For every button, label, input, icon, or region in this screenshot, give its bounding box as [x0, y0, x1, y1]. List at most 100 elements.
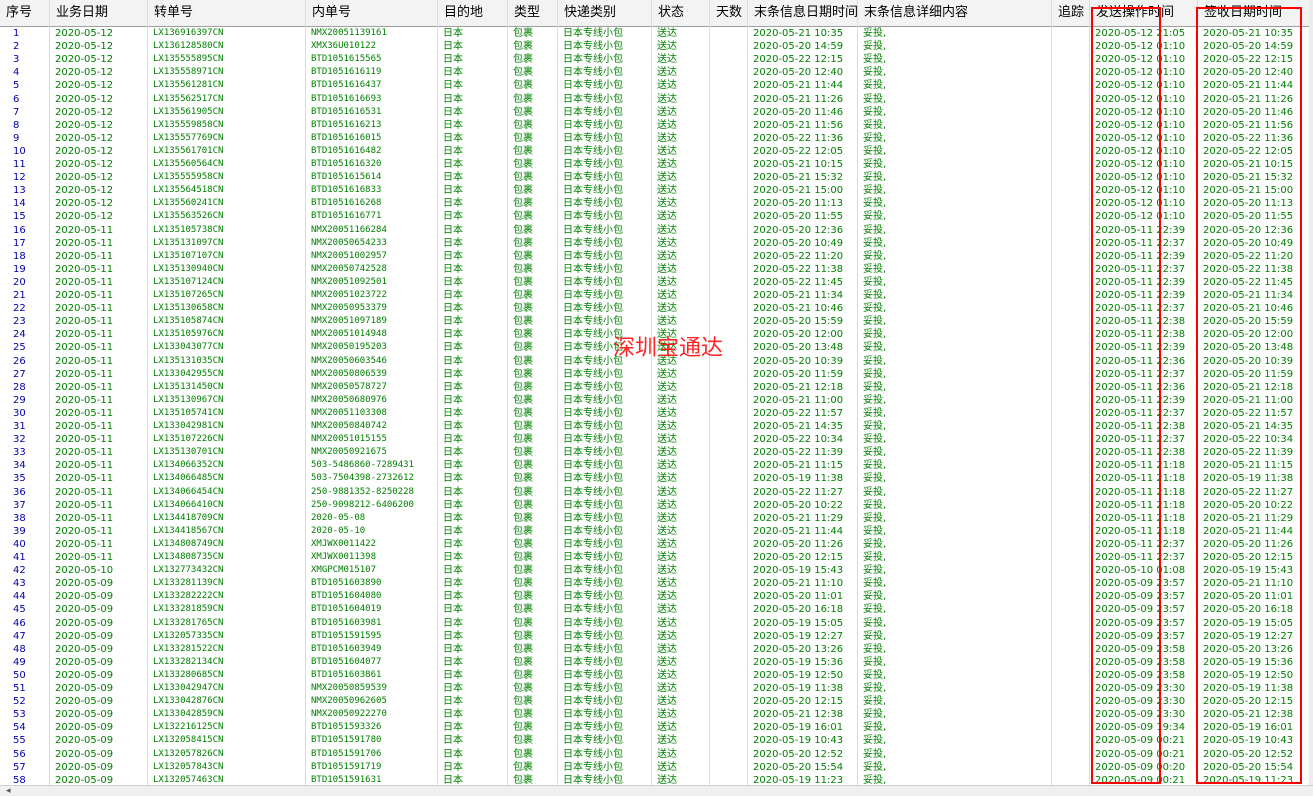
cell-type: 包裹 [513, 381, 533, 393]
cell-lastdate: 2020-05-22 11:36 [753, 132, 844, 144]
cell-trans: LX135555895CN [153, 54, 224, 65]
vertical-scrollbar[interactable] [1309, 0, 1313, 785]
table-row[interactable]: 14 2020-05-12 LX135560241CN BTD1051616268 日本… [0, 197, 1313, 210]
cell-no: 24 [13, 329, 26, 341]
table-row[interactable]: 44 2020-05-09 LX133282222CN BTD1051604080 日本… [0, 590, 1313, 603]
table-row[interactable]: 35 2020-05-11 LX134066485CN 503-7504398-273… [0, 472, 1313, 485]
table-row[interactable]: 17 2020-05-11 LX135131097CN NMX20050654233 日… [0, 237, 1313, 250]
column-header-signtime[interactable]: 签收日期时间 [1198, 0, 1313, 25]
cell-status: 送达 [657, 669, 677, 681]
table-row[interactable]: 21 2020-05-11 LX135107265CN NMX20051023722 日… [0, 289, 1313, 302]
column-divider [857, 0, 858, 785]
table-row[interactable]: 56 2020-05-09 LX132057826CN BTD1051591706 日本… [0, 748, 1313, 761]
cell-dest: 日本 [443, 709, 463, 721]
cell-signtime: 2020-05-21 11:15 [1203, 460, 1294, 472]
table-row[interactable]: 23 2020-05-11 LX135105874CN NMX20051097189 日… [0, 315, 1313, 328]
table-row[interactable]: 52 2020-05-09 LX133042876CN NMX20050962605 日… [0, 695, 1313, 708]
table-row[interactable]: 3 2020-05-12 LX135555895CN BTD1051615565 日本 包… [0, 53, 1313, 66]
column-header-inner[interactable]: 内单号 [306, 0, 438, 25]
column-header-type[interactable]: 类型 [508, 0, 558, 25]
table-row[interactable]: 43 2020-05-09 LX133281139CN BTD1051603890 日本… [0, 577, 1313, 590]
table-row[interactable]: 6 2020-05-12 LX135562517CN BTD1051616693 日本 包… [0, 93, 1313, 106]
column-header-no[interactable]: 序号 [0, 0, 50, 25]
table-row[interactable]: 28 2020-05-11 LX135131450CN NMX20050578727 日… [0, 381, 1313, 394]
column-header-sendtime[interactable]: 发送操作时间 [1090, 0, 1198, 25]
cell-track [1057, 315, 1090, 328]
column-header-trans[interactable]: 转单号 [148, 0, 306, 25]
table-row[interactable]: 5 2020-05-12 LX135561281CN BTD1051616437 日本 包… [0, 79, 1313, 92]
cell-lastinfo: 妥投, [863, 735, 887, 747]
cell-dest: 日本 [443, 303, 463, 315]
column-header-status[interactable]: 状态 [652, 0, 710, 25]
cell-sendtime: 2020-05-09 23:30 [1095, 696, 1186, 708]
table-row[interactable]: 34 2020-05-11 LX134066352CN 503-5486860-728… [0, 459, 1313, 472]
cell-no: 6 [13, 93, 20, 105]
table-row[interactable]: 42 2020-05-10 LX132773432CN XMGPCM015107 日本 包… [0, 564, 1313, 577]
table-row[interactable]: 20 2020-05-11 LX135107124CN NMX20051092501 日… [0, 276, 1313, 289]
table-row[interactable]: 54 2020-05-09 LX132216125CN BTD1051593326 日本… [0, 721, 1313, 734]
table-row[interactable]: 12 2020-05-12 LX135555958CN BTD1051615614 日本… [0, 171, 1313, 184]
table-row[interactable]: 19 2020-05-11 LX135130940CN NMX20050742528 日… [0, 263, 1313, 276]
table-row[interactable]: 18 2020-05-11 LX135107107CN NMX20051002957 日… [0, 250, 1313, 263]
table-row[interactable]: 29 2020-05-11 LX135130967CN NMX20050680976 日… [0, 394, 1313, 407]
table-row[interactable]: 27 2020-05-11 LX133042955CN NMX20050806539 日… [0, 368, 1313, 381]
table-row[interactable]: 2 2020-05-12 LX136128580CN XMX36U010122 日本 包裹… [0, 40, 1313, 53]
cell-dest: 日本 [443, 696, 463, 708]
horizontal-scrollbar[interactable]: ◂ [0, 785, 1313, 796]
table-row[interactable]: 55 2020-05-09 LX132058415CN BTD1051591780 日本… [0, 734, 1313, 747]
column-header-express[interactable]: 快递类别 [558, 0, 652, 25]
cell-express: 日本专线小包 [563, 28, 623, 39]
table-row[interactable]: 45 2020-05-09 LX133281859CN BTD1051604019 日本… [0, 603, 1313, 616]
table-row[interactable]: 51 2020-05-09 LX133042947CN NMX20050859539 日… [0, 682, 1313, 695]
table-row[interactable]: 9 2020-05-12 LX135557769CN BTD1051616015 日本 包… [0, 132, 1313, 145]
cell-trans: LX135555958CN [153, 172, 224, 183]
table-row[interactable]: 39 2020-05-11 LX134418567CN 2020-05-10 日本 包裹 日… [0, 525, 1313, 538]
table-row[interactable]: 32 2020-05-11 LX135107226CN NMX20051015155 日… [0, 433, 1313, 446]
cell-days [715, 472, 748, 485]
cell-dest: 日本 [443, 185, 463, 197]
table-row[interactable]: 33 2020-05-11 LX135130701CN NMX20050921675 日… [0, 446, 1313, 459]
cell-express: 日本专线小包 [563, 473, 623, 485]
cell-date: 2020-05-11 [55, 316, 114, 328]
table-row[interactable]: 13 2020-05-12 LX135564518CN BTD1051616833 日本… [0, 184, 1313, 197]
table-row[interactable]: 30 2020-05-11 LX135105741CN NMX20051103308 日… [0, 407, 1313, 420]
cell-type: 包裹 [513, 565, 533, 577]
table-row[interactable]: 40 2020-05-11 LX134808749CN XMJWX0011422 日本 包… [0, 538, 1313, 551]
column-header-lastinfo[interactable]: 末条信息详细内容 [858, 0, 1052, 25]
cell-type: 包裹 [513, 54, 533, 66]
column-header-days[interactable]: 天数 [710, 0, 748, 25]
table-row[interactable]: 37 2020-05-11 LX134066410CN 250-9098212-640… [0, 499, 1313, 512]
cell-dest: 日本 [443, 93, 463, 105]
table-row[interactable]: 50 2020-05-09 LX133280685CN BTD1051603861 日本… [0, 669, 1313, 682]
table-row[interactable]: 36 2020-05-11 LX134066454CN 250-9881352-825… [0, 486, 1313, 499]
column-header-date[interactable]: 业务日期 [50, 0, 148, 25]
table-row[interactable]: 7 2020-05-12 LX135561905CN BTD1051616531 日本 包… [0, 106, 1313, 119]
table-row[interactable]: 16 2020-05-11 LX135105738CN NMX20051166284 日… [0, 224, 1313, 237]
table-row[interactable]: 22 2020-05-11 LX135130658CN NMX20050953379 日… [0, 302, 1313, 315]
table-row[interactable]: 4 2020-05-12 LX135558971CN BTD1051616119 日本 包… [0, 66, 1313, 79]
table-row[interactable]: 57 2020-05-09 LX132057843CN BTD1051591719 日本… [0, 761, 1313, 774]
cell-sendtime: 2020-05-11 21:18 [1095, 486, 1186, 498]
table-row[interactable]: 53 2020-05-09 LX133042859CN NMX20050922270 日… [0, 708, 1313, 721]
cell-lastinfo: 妥投, [863, 276, 887, 288]
table-row[interactable]: 8 2020-05-12 LX135559858CN BTD1051616213 日本 包… [0, 119, 1313, 132]
table-row[interactable]: 38 2020-05-11 LX134418709CN 2020-05-08 日本 包裹 日… [0, 512, 1313, 525]
table-row[interactable]: 11 2020-05-12 LX135560564CN BTD1051616320 日本… [0, 158, 1313, 171]
table-row[interactable]: 10 2020-05-12 LX135561701CN BTD1051616482 日本… [0, 145, 1313, 158]
cell-sendtime: 2020-05-12 01:10 [1095, 41, 1186, 53]
column-header-dest[interactable]: 目的地 [438, 0, 508, 25]
table-row[interactable]: 31 2020-05-11 LX133042981CN NMX20050840742 日… [0, 420, 1313, 433]
cell-sendtime: 2020-05-11 22:37 [1095, 303, 1186, 315]
table-row[interactable]: 49 2020-05-09 LX133282134CN BTD1051604077 日本… [0, 656, 1313, 669]
table-row[interactable]: 15 2020-05-12 LX135563526CN BTD1051616771 日本… [0, 210, 1313, 223]
table-row[interactable]: 41 2020-05-11 LX134808735CN XMJWX0011398 日本 包… [0, 551, 1313, 564]
column-header-lastdate[interactable]: 末条信息日期时间 [748, 0, 858, 25]
table-row[interactable]: 1 2020-05-12 LX136916397CN NMX20051139161 日本… [0, 27, 1313, 40]
cell-track [1057, 459, 1090, 472]
cell-lastinfo: 妥投, [863, 486, 887, 498]
table-row[interactable]: 48 2020-05-09 LX133281522CN BTD1051603949 日本… [0, 643, 1313, 656]
cell-signtime: 2020-05-22 11:20 [1203, 250, 1294, 262]
table-row[interactable]: 46 2020-05-09 LX133281765CN BTD1051603981 日本… [0, 617, 1313, 630]
column-header-track[interactable]: 追踪 [1052, 0, 1090, 25]
table-row[interactable]: 47 2020-05-09 LX132057335CN BTD1051591595 日本… [0, 630, 1313, 643]
